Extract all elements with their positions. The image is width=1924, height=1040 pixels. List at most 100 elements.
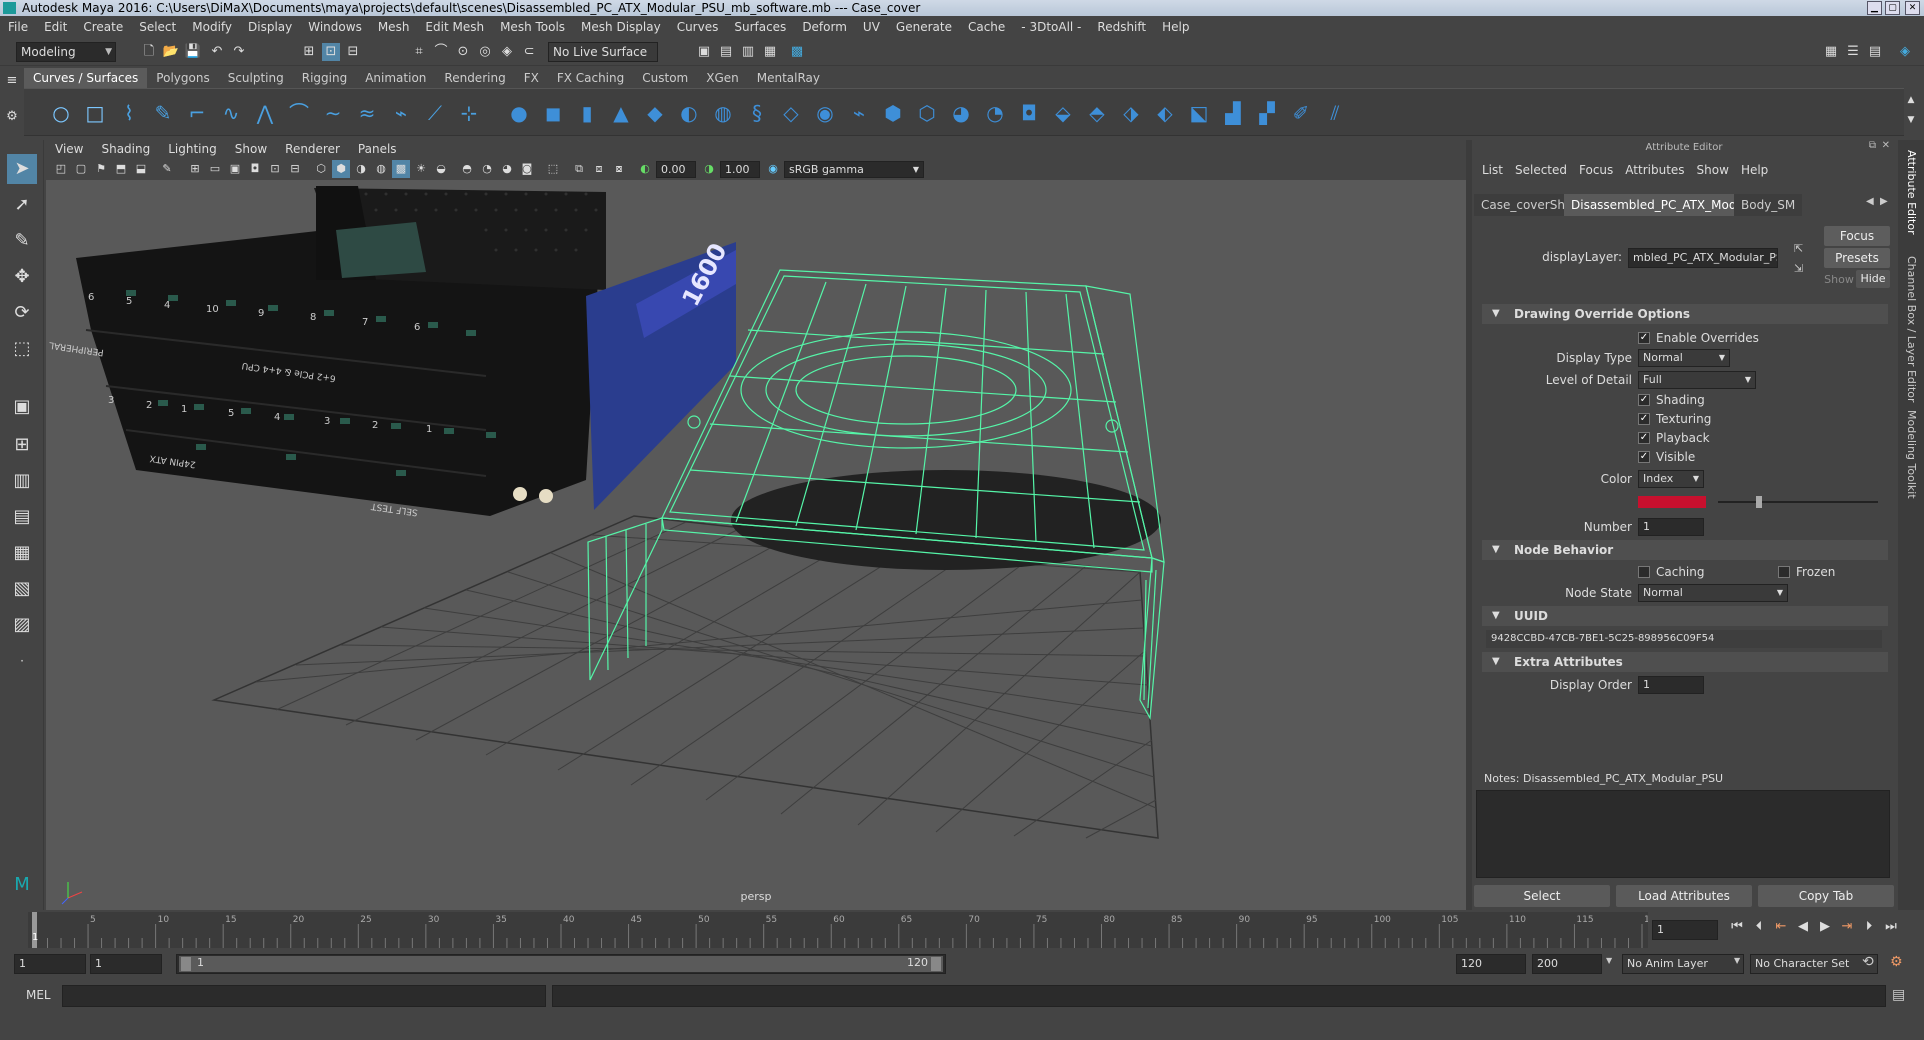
play-backwards-icon[interactable]: ◀ xyxy=(1794,918,1812,936)
menu-modify[interactable]: Modify xyxy=(184,16,240,38)
camera-attributes-icon[interactable]: ▢ xyxy=(72,160,90,178)
detach-curves-icon[interactable]: ≈ xyxy=(352,99,382,127)
playback-checkbox[interactable]: ✓ xyxy=(1638,432,1650,444)
shelf-tab-curves-surfaces[interactable]: Curves / Surfaces xyxy=(24,68,148,88)
bezier-curve-icon[interactable]: ∿ xyxy=(216,99,246,127)
wireframe-on-shaded-icon[interactable]: ◍ xyxy=(372,160,390,178)
select-component-icon[interactable]: ⊟ xyxy=(344,43,362,61)
shelf-tab-fx-caching[interactable]: FX Caching xyxy=(548,68,633,88)
nurbs-square-icon[interactable]: □ xyxy=(80,99,110,127)
shelf-tab-custom[interactable]: Custom xyxy=(633,68,697,88)
range-slider-bar-fill[interactable] xyxy=(179,956,943,972)
select-hierarchy-icon[interactable]: ⊞ xyxy=(300,43,318,61)
scene-start-field[interactable]: 1 xyxy=(14,954,86,974)
select-camera-icon[interactable]: ◰ xyxy=(52,160,70,178)
menu-edit[interactable]: Edit xyxy=(36,16,75,38)
side-tab-modeling-toolkit[interactable]: Modeling Toolkit xyxy=(1905,410,1918,499)
menu-windows[interactable]: Windows xyxy=(300,16,370,38)
go-to-start-icon[interactable]: ⏮ xyxy=(1728,918,1746,936)
curve-fillet-icon[interactable]: ⌒ xyxy=(284,99,314,127)
snap-magnet-icon[interactable]: ⊂ xyxy=(520,43,538,61)
open-scene-icon[interactable]: 📂 xyxy=(162,43,180,61)
lod-dropdown[interactable]: Full ▼ xyxy=(1638,371,1756,389)
extrude-icon[interactable]: ◉ xyxy=(810,99,840,127)
node-behavior-header[interactable]: ▼ Node Behavior xyxy=(1482,540,1888,560)
detach-surfaces-icon[interactable]: ⬗ xyxy=(1116,99,1146,127)
shelf-tab-xgen[interactable]: XGen xyxy=(697,68,748,88)
menu-generate[interactable]: Generate xyxy=(888,16,960,38)
step-back-key-icon[interactable]: ⇤ xyxy=(1772,918,1790,936)
cv-curve-icon[interactable]: ⌇ xyxy=(114,99,144,127)
xray-joints-icon[interactable]: ⧈ xyxy=(590,160,608,178)
close-panel-icon[interactable]: ✕ xyxy=(1882,140,1890,151)
rotate-tool-icon[interactable]: ⟳ xyxy=(7,298,37,328)
nurbs-torus-icon[interactable]: ◐ xyxy=(674,99,704,127)
load-attributes-button[interactable]: Load Attributes xyxy=(1616,885,1752,907)
default-material-icon[interactable]: ◑ xyxy=(352,160,370,178)
menu-display[interactable]: Display xyxy=(240,16,300,38)
surface-editing-icon[interactable]: ⫽ xyxy=(1320,99,1350,127)
shadows-icon[interactable]: ◒ xyxy=(432,160,450,178)
toggle-modeling-toolkit-icon[interactable]: ◈ xyxy=(1896,43,1914,61)
color-slider-track[interactable] xyxy=(1718,501,1878,503)
side-tab-channel-box[interactable]: Channel Box / Layer Editor xyxy=(1905,256,1918,403)
grease-pencil-icon[interactable]: ✎ xyxy=(158,160,176,178)
ae-menu-show[interactable]: Show xyxy=(1691,160,1735,180)
close-button[interactable]: ✕ xyxy=(1905,1,1920,15)
select-tool-icon[interactable]: ➤ xyxy=(7,154,37,184)
character-set-dropdown[interactable]: No Character Set xyxy=(1750,954,1878,974)
script-editor-icon[interactable]: ▤ xyxy=(1892,987,1905,1003)
exposure-field[interactable]: 0.00 xyxy=(656,161,696,178)
depth-of-field-icon[interactable]: ◙ xyxy=(518,160,536,178)
planar-icon[interactable]: ◇ xyxy=(776,99,806,127)
playback-start-field[interactable]: 1 xyxy=(90,954,162,974)
scene-end-field[interactable]: 200 xyxy=(1532,954,1602,974)
open-close-surface-icon[interactable]: ⬖ xyxy=(1150,99,1180,127)
textured-icon[interactable]: ▩ xyxy=(392,160,410,178)
menu-help[interactable]: Help xyxy=(1154,16,1197,38)
time-slider[interactable]: 5 10 15 20 25 30 35 40 45 50 55 60 65 70 75 80 85 90 95 100… xyxy=(0,912,1924,952)
film-gate-icon[interactable]: ▭ xyxy=(206,160,224,178)
grid-toggle-icon[interactable]: ⊞ xyxy=(186,160,204,178)
minimize-button[interactable]: ▁ xyxy=(1867,1,1882,15)
panel-menu-view[interactable]: View xyxy=(46,140,92,158)
node-state-dropdown[interactable]: Normal ▼ xyxy=(1638,584,1788,602)
focus-button[interactable]: Focus xyxy=(1824,226,1890,246)
scene-canvas[interactable]: 6 5 4 10 9 8 7 6 3 2 1 5 4 3 2 1 PERIPHE… xyxy=(46,180,1466,910)
node-tab[interactable]: Body_SM xyxy=(1734,194,1803,216)
shading-checkbox[interactable]: ✓ xyxy=(1638,394,1650,406)
menu-curves[interactable]: Curves xyxy=(669,16,727,38)
exposure-icon[interactable]: ◐ xyxy=(636,160,654,178)
ep-curve-icon[interactable]: ⌐ xyxy=(182,99,212,127)
select-button[interactable]: Select xyxy=(1474,885,1610,907)
time-slider-track[interactable]: 5 10 15 20 25 30 35 40 45 50 55 60 65 70 75 80 85 90 95 100… xyxy=(28,912,1648,948)
render-frame-icon[interactable]: ▣ xyxy=(695,43,713,61)
attach-curves-icon[interactable]: ∼ xyxy=(318,99,348,127)
frozen-checkbox[interactable] xyxy=(1778,566,1790,578)
snap-view-icon[interactable]: ◎ xyxy=(476,43,494,61)
caching-checkbox[interactable] xyxy=(1638,566,1650,578)
notes-textarea[interactable] xyxy=(1476,790,1890,878)
ae-menu-help[interactable]: Help xyxy=(1735,160,1774,180)
range-handle-start[interactable] xyxy=(181,957,191,971)
maximize-button[interactable]: ▢ xyxy=(1885,1,1900,15)
trim-tool-icon[interactable]: ◔ xyxy=(980,99,1010,127)
menu-deform[interactable]: Deform xyxy=(794,16,855,38)
two-view-layout-icon[interactable]: ▥ xyxy=(7,466,37,496)
loft-icon[interactable]: § xyxy=(742,99,772,127)
nurbs-cube-icon[interactable]: ◼ xyxy=(538,99,568,127)
intersect-surfaces-icon[interactable]: ⬙ xyxy=(1048,99,1078,127)
step-forward-frame-icon[interactable]: ⏵ xyxy=(1860,918,1878,936)
shelf-tab-sculpting[interactable]: Sculpting xyxy=(219,68,293,88)
xray-icon[interactable]: ⧉ xyxy=(570,160,588,178)
four-view-layout-icon[interactable]: ⊞ xyxy=(7,430,37,460)
nurbs-cylinder-icon[interactable]: ▮ xyxy=(572,99,602,127)
multisample-aa-icon[interactable]: ◕ xyxy=(498,160,516,178)
revolve-icon[interactable]: ◍ xyxy=(708,99,738,127)
safe-action-icon[interactable]: ⊟ xyxy=(286,160,304,178)
layer-input-icon[interactable]: ⇱ xyxy=(1794,242,1803,255)
shelf-scroll-down-icon[interactable]: ▼ xyxy=(1902,111,1920,129)
shelf-tab-polygons[interactable]: Polygons xyxy=(147,68,218,88)
color-management-icon[interactable]: ◉ xyxy=(764,160,782,178)
menu-edit-mesh[interactable]: Edit Mesh xyxy=(417,16,492,38)
